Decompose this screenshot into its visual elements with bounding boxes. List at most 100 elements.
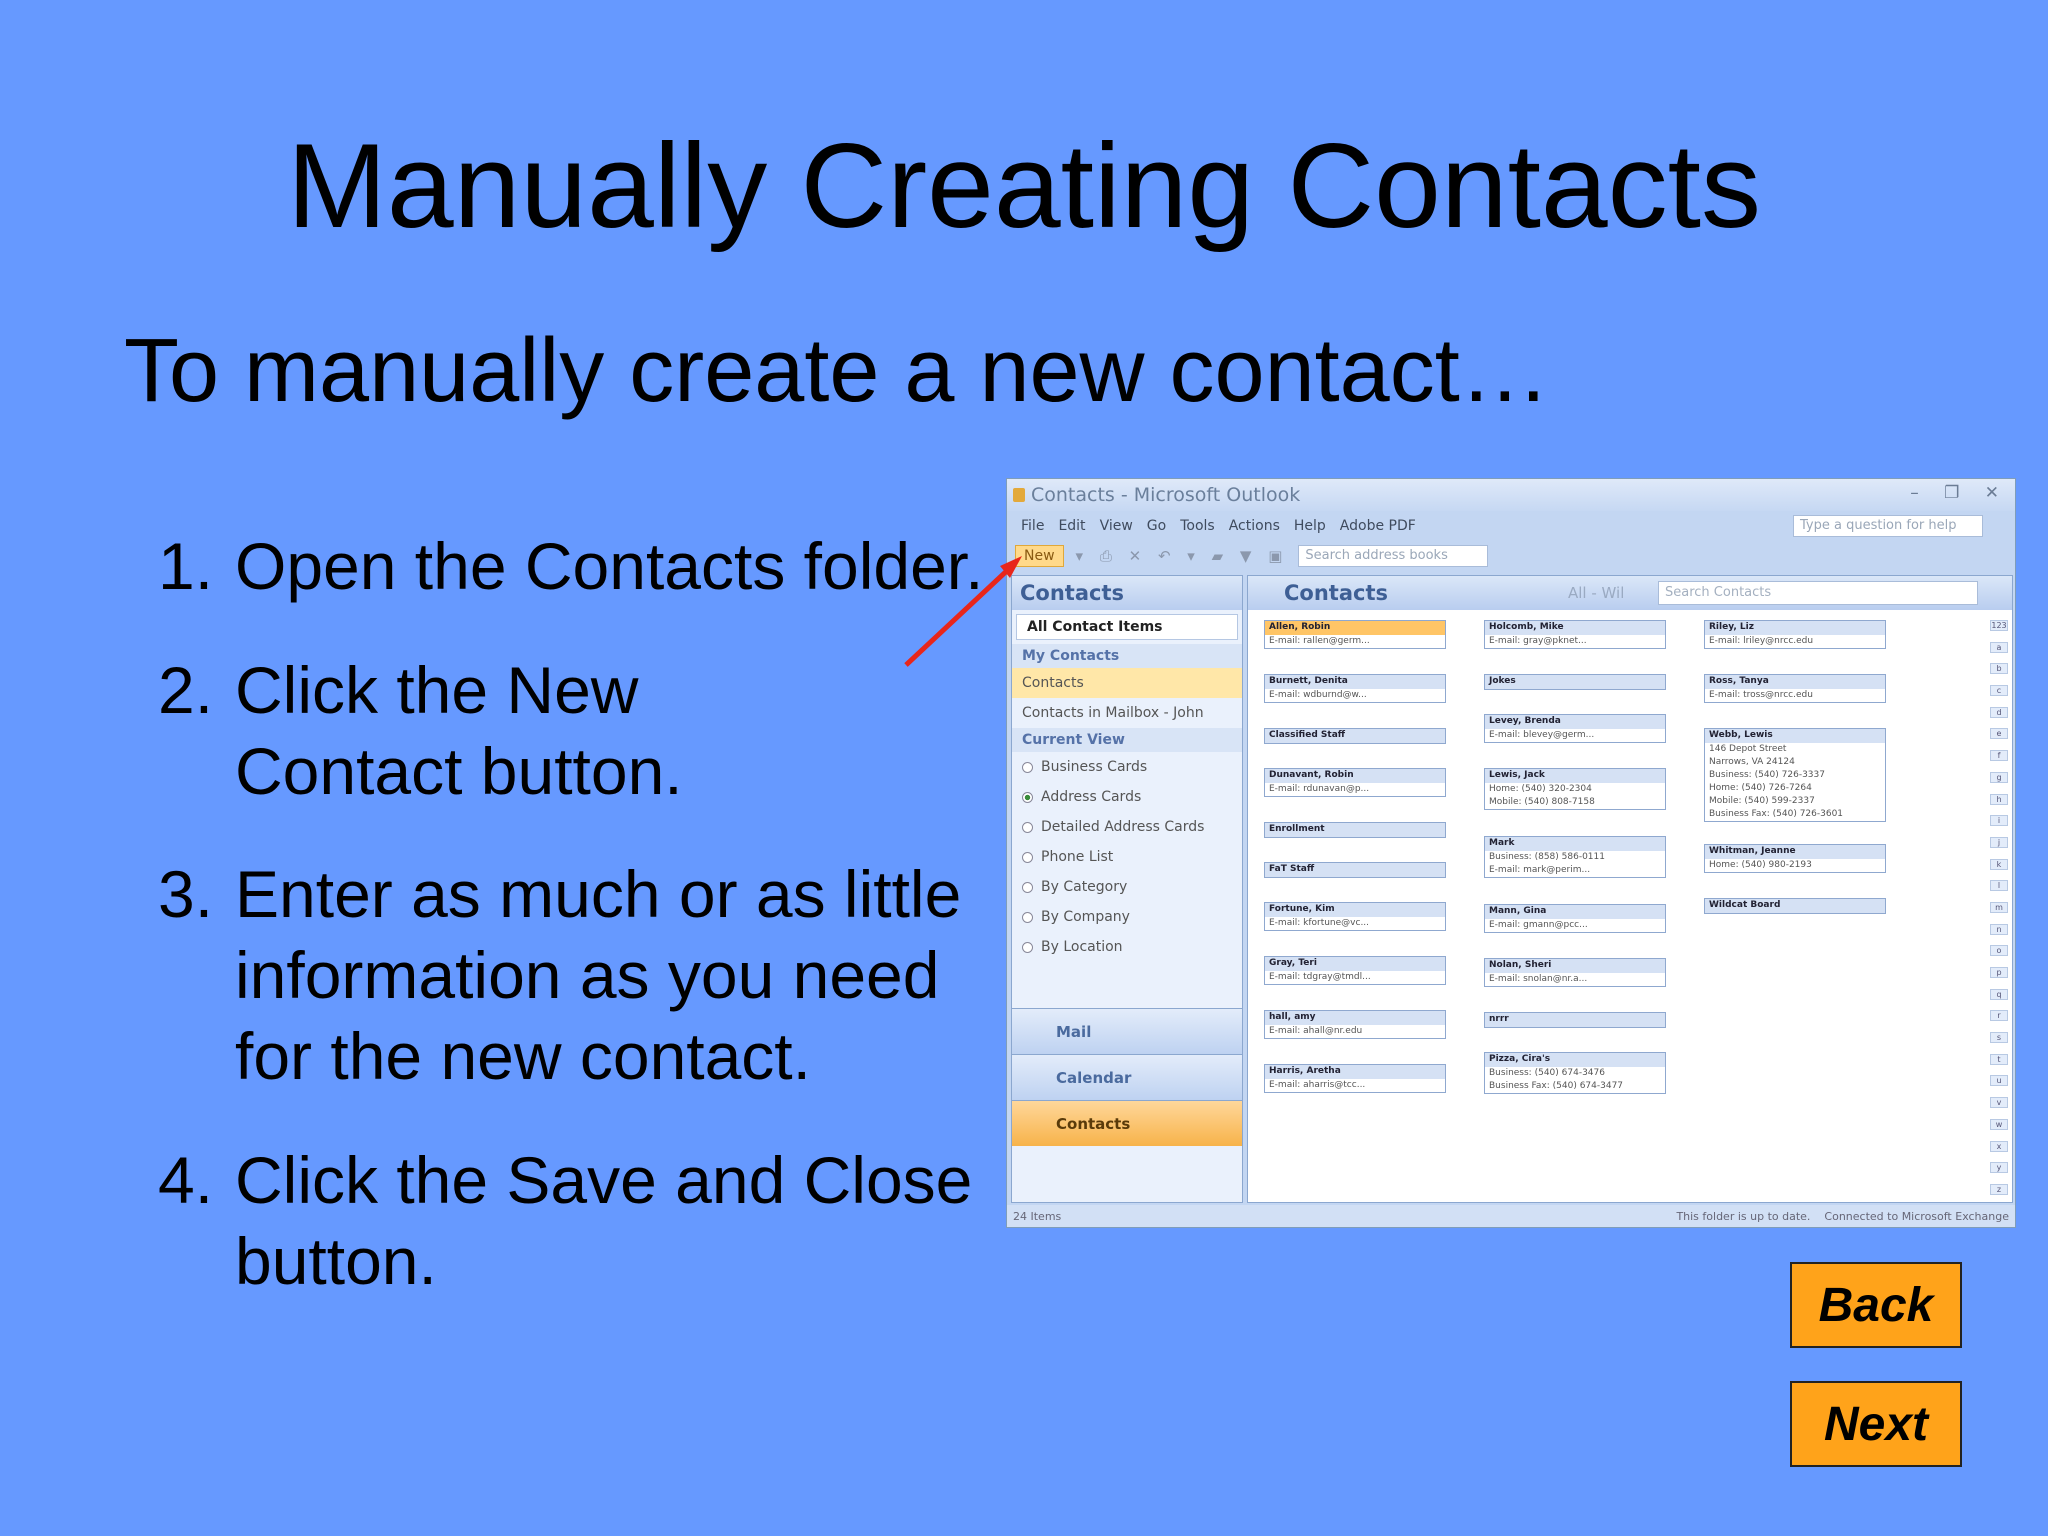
contact-card[interactable]: Wildcat Board	[1704, 898, 1886, 914]
outlook-title-bar: Contacts - Microsoft Outlook – ❐ ✕	[1007, 479, 2015, 511]
alphabet-index-button[interactable]: x	[1990, 1140, 2008, 1152]
search-contacts-input[interactable]: Search Contacts	[1658, 581, 1978, 605]
radio-icon[interactable]	[1022, 881, 1033, 893]
view-detailed-address-cards[interactable]: Detailed Address Cards	[1012, 812, 1242, 842]
contact-card[interactable]: Mann, Gina E-mail: gmann@pcc...	[1484, 904, 1666, 933]
radio-icon[interactable]	[1022, 941, 1033, 953]
menu-actions[interactable]: Actions	[1229, 518, 1280, 534]
folder-contacts-mailbox[interactable]: Contacts in Mailbox - John	[1012, 698, 1242, 728]
alphabet-index-button[interactable]: g	[1990, 771, 2008, 783]
alphabet-index-button[interactable]: t	[1990, 1053, 2008, 1065]
menu-adobe-pdf[interactable]: Adobe PDF	[1340, 518, 1416, 534]
alphabet-index-button[interactable]: p	[1990, 967, 2008, 978]
new-contact-button[interactable]: New	[1015, 545, 1064, 567]
alphabet-index-button[interactable]: 123	[1990, 620, 2008, 631]
contact-card[interactable]: Nolan, Sheri E-mail: snolan@nr.a...	[1484, 958, 1666, 987]
alphabet-index-button[interactable]: m	[1990, 901, 2008, 913]
alphabet-index-button[interactable]: q	[1990, 988, 2008, 1000]
menu-edit[interactable]: Edit	[1058, 518, 1085, 534]
contact-card[interactable]: nrrr	[1484, 1012, 1666, 1028]
alphabet-index-button[interactable]: h	[1990, 793, 2008, 805]
my-contacts-group[interactable]: My Contacts	[1012, 644, 1242, 668]
next-button[interactable]: Next	[1790, 1381, 1962, 1467]
help-search-input[interactable]: Type a question for help	[1793, 515, 1983, 537]
contacts-pane-button[interactable]: Contacts	[1012, 1100, 1242, 1146]
alphabet-index-button[interactable]: v	[1990, 1097, 2008, 1109]
contact-card[interactable]: Lewis, Jack Home: (540) 320-2304 Mobile: (…	[1484, 768, 1666, 810]
alphabet-index-button[interactable]: i	[1990, 815, 2008, 827]
contact-card[interactable]: Enrollment	[1264, 822, 1446, 838]
radio-icon[interactable]	[1022, 821, 1033, 833]
navigation-pane: Contacts All Contact Items My Contacts C…	[1011, 575, 1243, 1203]
contact-card[interactable]: Allen, Robin E-mail: rallen@germ...	[1264, 620, 1446, 649]
contact-name: nrrr	[1485, 1013, 1665, 1027]
contact-card[interactable]: Webb, Lewis 146 Depot Street Narrows, VA 2…	[1704, 728, 1886, 822]
view-phone-list[interactable]: Phone List	[1012, 842, 1242, 872]
alphabet-index-button[interactable]: d	[1990, 706, 2008, 718]
step-number: 4.	[158, 1143, 214, 1217]
contact-card[interactable]: Ross, Tanya E-mail: tross@nrcc.edu	[1704, 674, 1886, 703]
alphabet-index-button[interactable]: s	[1990, 1032, 2008, 1044]
window-controls[interactable]: – ❐ ✕	[1910, 483, 2009, 503]
contact-card[interactable]: Burnett, Denita E-mail: wdburnd@w...	[1264, 674, 1446, 703]
menu-go[interactable]: Go	[1147, 518, 1166, 534]
contact-name: Mark	[1485, 837, 1665, 851]
menu-file[interactable]: File	[1021, 518, 1044, 534]
alphabet-index-button[interactable]: f	[1990, 750, 2008, 762]
contact-card[interactable]: Mark Business: (858) 586-0111 E-mail: mark…	[1484, 836, 1666, 878]
contact-card[interactable]: Harris, Aretha E-mail: aharris@tcc...	[1264, 1064, 1446, 1093]
contact-name: Nolan, Sheri	[1485, 959, 1665, 973]
alphabet-index-button[interactable]: u	[1990, 1075, 2008, 1087]
contact-card[interactable]: Dunavant, Robin E-mail: rdunavan@p...	[1264, 768, 1446, 797]
contact-detail: 146 Depot Street	[1709, 744, 1787, 754]
alphabet-index-button[interactable]: z	[1990, 1183, 2008, 1195]
alphabet-index-button[interactable]: w	[1990, 1118, 2008, 1130]
alphabet-index-button[interactable]: k	[1990, 858, 2008, 870]
outlook-toolbar: New ▾ ⎙ ✕ ↶ ▾ ▰ ▼ ▣ Search address books	[1007, 541, 2015, 571]
alphabet-index-button[interactable]: r	[1990, 1010, 2008, 1022]
calendar-pane-button[interactable]: Calendar	[1012, 1054, 1242, 1100]
contact-card[interactable]: Classified Staff	[1264, 728, 1446, 744]
contact-detail: Business: (540) 674-3476	[1489, 1068, 1605, 1078]
contact-card[interactable]: Whitman, Jeanne Home: (540) 980-2193	[1704, 844, 1886, 873]
contact-card[interactable]: Levey, Brenda E-mail: blevey@germ...	[1484, 714, 1666, 743]
current-view-group[interactable]: Current View	[1012, 728, 1242, 752]
alphabet-index-button[interactable]: c	[1990, 685, 2008, 697]
alphabet-index-button[interactable]: l	[1990, 880, 2008, 892]
all-contact-items-dropdown[interactable]: All Contact Items	[1016, 614, 1238, 640]
folder-contacts[interactable]: Contacts	[1012, 668, 1242, 698]
view-by-category[interactable]: By Category	[1012, 872, 1242, 902]
view-address-cards[interactable]: Address Cards	[1012, 782, 1242, 812]
menu-help[interactable]: Help	[1294, 518, 1326, 534]
alphabet-index-button[interactable]: b	[1990, 663, 2008, 675]
contact-card[interactable]: Riley, Liz E-mail: lriley@nrcc.edu	[1704, 620, 1886, 649]
contact-card[interactable]: Holcomb, Mike E-mail: gray@pknet...	[1484, 620, 1666, 649]
alphabet-index-button[interactable]: o	[1990, 945, 2008, 957]
contact-card[interactable]: Gray, Teri E-mail: tdgray@tmdl...	[1264, 956, 1446, 985]
alphabet-index-button[interactable]: j	[1990, 836, 2008, 848]
contact-card[interactable]: FaT Staff	[1264, 862, 1446, 878]
radio-icon[interactable]	[1022, 851, 1033, 863]
toolbar-icons[interactable]: ▾ ⎙ ✕ ↶ ▾ ▰ ▼ ▣	[1076, 547, 1289, 565]
contact-card[interactable]: Jokes	[1484, 674, 1666, 690]
view-by-company[interactable]: By Company	[1012, 902, 1242, 932]
contact-card[interactable]: Pizza, Cira's Business: (540) 674-3476 Bus…	[1484, 1052, 1666, 1094]
menu-tools[interactable]: Tools	[1180, 518, 1215, 534]
view-by-location[interactable]: By Location	[1012, 932, 1242, 962]
view-business-cards[interactable]: Business Cards	[1012, 752, 1242, 782]
mail-pane-button[interactable]: Mail	[1012, 1008, 1242, 1054]
alphabet-index-button[interactable]: y	[1990, 1162, 2008, 1174]
status-item-count: 24 Items	[1013, 1209, 1062, 1223]
alphabet-index-button[interactable]: n	[1990, 923, 2008, 935]
menu-view[interactable]: View	[1100, 518, 1133, 534]
radio-selected-icon[interactable]	[1022, 791, 1033, 803]
back-button[interactable]: Back	[1790, 1262, 1962, 1348]
search-address-books-input[interactable]: Search address books	[1298, 545, 1489, 567]
contact-detail: E-mail: kfortune@vc...	[1269, 918, 1370, 928]
alphabet-index-button[interactable]: e	[1990, 728, 2008, 740]
alphabet-index-button[interactable]: a	[1990, 641, 2008, 653]
contact-card[interactable]: Fortune, Kim E-mail: kfortune@vc...	[1264, 902, 1446, 931]
contact-card[interactable]: hall, amy E-mail: ahall@nr.edu	[1264, 1010, 1446, 1039]
radio-icon[interactable]	[1022, 911, 1033, 923]
radio-icon[interactable]	[1022, 761, 1033, 773]
